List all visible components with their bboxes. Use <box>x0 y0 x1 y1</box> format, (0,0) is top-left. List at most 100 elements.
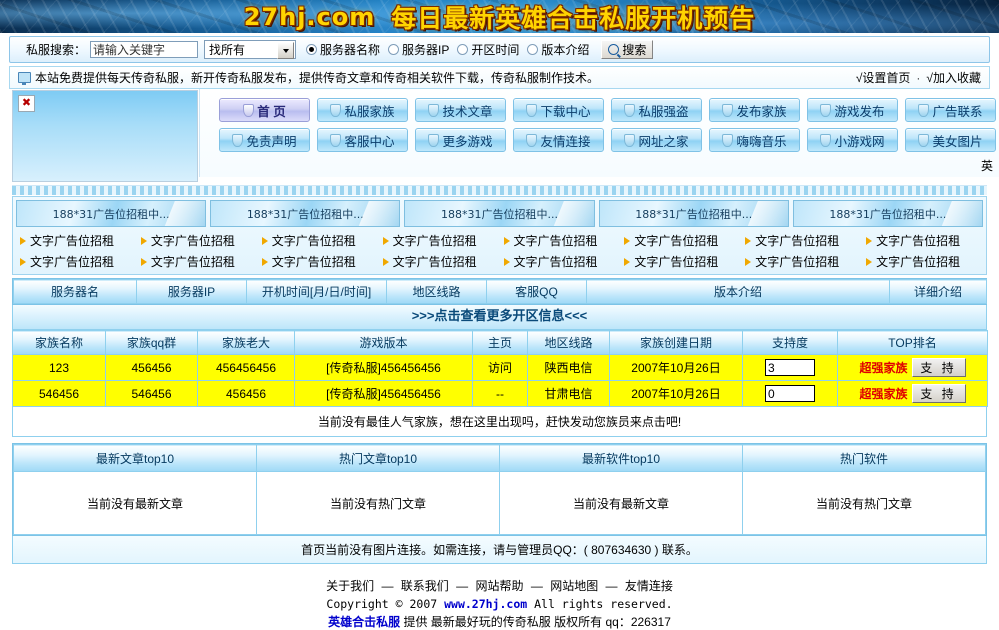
nav-item-private-bandit[interactable]: 私服强盗 <box>611 98 702 122</box>
nav-item-disclaimer[interactable]: 免责声明 <box>219 128 310 152</box>
ad-banner[interactable]: 188*31广告位招租中... <box>16 200 206 227</box>
support-button[interactable]: 支 持 <box>912 384 966 403</box>
radio-server-ip[interactable]: 服务器IP <box>388 41 449 58</box>
search-input[interactable] <box>90 41 198 58</box>
nav-item-download-center[interactable]: 下载中心 <box>513 98 604 122</box>
support-button[interactable]: 支 持 <box>912 358 966 377</box>
cell-region-line: 甘肃电信 <box>528 381 610 407</box>
ad-banner[interactable]: 188*31广告位招租中... <box>210 200 400 227</box>
nav-label: 小游戏网 <box>834 131 884 150</box>
nav-item-mini-games[interactable]: 小游戏网 <box>807 128 898 152</box>
nav-item-home[interactable]: 首 页 <box>219 98 310 122</box>
footer-link-sitemap[interactable]: 网站地图 <box>550 579 598 593</box>
arrow-right-icon <box>745 237 751 245</box>
text-ad-item[interactable]: 文字广告位招租 <box>16 251 137 272</box>
footer-brand-text: 提供 最新最好玩的传奇私服 版权所有 qq：226317 <box>400 615 671 629</box>
text-ad-item[interactable]: 文字广告位招租 <box>258 251 379 272</box>
copyright-site-link[interactable]: www.27hj.com <box>444 597 527 611</box>
nav-item-service-center[interactable]: 客服中心 <box>317 128 408 152</box>
ad-banner[interactable]: 188*31广告位招租中... <box>793 200 983 227</box>
chevron-down-icon[interactable] <box>277 42 294 59</box>
nav-item-private-family[interactable]: 私服家族 <box>317 98 408 122</box>
cell-hot-software: 当前没有热门文章 <box>743 472 986 535</box>
cell-latest-software: 当前没有最新文章 <box>500 472 743 535</box>
nav-label: 客服中心 <box>344 131 394 150</box>
set-homepage-link[interactable]: √设置首页 <box>856 69 911 86</box>
footer-link-friendly[interactable]: 友情连接 <box>625 579 673 593</box>
copyright-suffix: All rights reserved. <box>527 597 672 611</box>
nav-item-web-directory[interactable]: 网址之家 <box>611 128 702 152</box>
advertisement-section: 188*31广告位招租中... 188*31广告位招租中... 188*31广告… <box>12 196 987 275</box>
nav-item-publish-family[interactable]: 发布家族 <box>709 98 800 122</box>
text-ad-item[interactable]: 文字广告位招租 <box>16 230 137 251</box>
nav-item-game-publish[interactable]: 游戏发布 <box>807 98 898 122</box>
radio-server-name[interactable]: 服务器名称 <box>306 41 380 58</box>
family-table-grid: 家族名称 家族qq群 家族老大 游戏版本 主页 地区线路 家族创建日期 支持度 … <box>12 330 988 407</box>
top-rank-label: 超强家族 <box>859 361 907 375</box>
support-input[interactable] <box>765 359 815 376</box>
site-footer: 关于我们 — 联系我们 — 网站帮助 — 网站地图 — 友情连接 Copyrig… <box>0 564 999 630</box>
footer-link-contact[interactable]: 联系我们 <box>401 579 449 593</box>
text-ad-item[interactable]: 文字广告位招租 <box>741 251 862 272</box>
search-scope-select[interactable]: 找所有 <box>204 40 296 59</box>
nav-item-music[interactable]: 嗨嗨音乐 <box>709 128 800 152</box>
search-button[interactable]: 搜索 <box>601 40 653 59</box>
cell-support-degree <box>743 355 838 381</box>
footer-brand-link[interactable]: 英雄合击私服 <box>328 615 400 629</box>
striped-divider <box>12 185 987 195</box>
text-ad-item[interactable]: 文字广告位招租 <box>741 230 862 251</box>
family-table-header-row: 家族名称 家族qq群 家族老大 游戏版本 主页 地区线路 家族创建日期 支持度 … <box>13 331 988 355</box>
text-ad-item[interactable]: 文字广告位招租 <box>137 230 258 251</box>
shield-icon <box>428 134 439 147</box>
radio-version-intro[interactable]: 版本介绍 <box>527 41 589 58</box>
cell-top-rank: 超强家族支 持 <box>838 381 988 407</box>
nav-label: 首 页 <box>257 101 285 120</box>
add-favorite-link[interactable]: √加入收藏 <box>926 69 981 86</box>
text-ad-label: 文字广告位招租 <box>272 253 356 270</box>
more-server-info-link[interactable]: >>>点击查看更多开区信息<<< <box>12 305 987 330</box>
text-ad-item[interactable]: 文字广告位招租 <box>620 251 741 272</box>
cell-homepage-link[interactable]: 访问 <box>473 355 528 381</box>
text-ad-item[interactable]: 文字广告位招租 <box>862 251 983 272</box>
text-ad-item[interactable]: 文字广告位招租 <box>862 230 983 251</box>
text-ad-item[interactable]: 文字广告位招租 <box>137 251 258 272</box>
text-ad-item[interactable]: 文字广告位招租 <box>500 230 621 251</box>
nav-label: 技术文章 <box>442 101 492 120</box>
cell-created-date: 2007年10月26日 <box>610 381 743 407</box>
nav-item-ad-contact[interactable]: 广告联系 <box>905 98 996 122</box>
footer-link-about[interactable]: 关于我们 <box>326 579 374 593</box>
nav-item-friendly-links[interactable]: 友情连接 <box>513 128 604 152</box>
footer-dash: — <box>452 579 472 593</box>
col-homepage: 主页 <box>473 331 528 355</box>
notice-bar: 本站免费提供每天传奇私服，新开传奇私服发布，提供传奇文章和传奇相关软件下载，传奇… <box>9 66 990 89</box>
bottom-lists-section: 最新文章top10 热门文章top10 最新软件top10 热门软件 当前没有最… <box>12 443 987 536</box>
shield-icon <box>243 104 254 117</box>
shield-icon <box>722 104 733 117</box>
cell-family-name: 123 <box>13 355 106 381</box>
text-ad-item[interactable]: 文字广告位招租 <box>379 251 500 272</box>
shield-icon <box>918 104 929 117</box>
shield-icon <box>820 104 831 117</box>
nav-item-beauty-pictures[interactable]: 美女图片 <box>905 128 996 152</box>
footer-link-help[interactable]: 网站帮助 <box>475 579 523 593</box>
nav-item-more-games[interactable]: 更多游戏 <box>415 128 506 152</box>
server-table-grid: 服务器名 服务器IP 开机时间[月/日/时间] 地区线路 客服QQ 版本介绍 详… <box>13 279 987 304</box>
notice-actions: √设置首页 · √加入收藏 <box>856 69 981 86</box>
text-ad-item[interactable]: 文字广告位招租 <box>620 230 741 251</box>
family-table: 家族名称 家族qq群 家族老大 游戏版本 主页 地区线路 家族创建日期 支持度 … <box>12 330 987 437</box>
ad-banner[interactable]: 188*31广告位招租中... <box>599 200 789 227</box>
text-ad-item[interactable]: 文字广告位招租 <box>500 251 621 272</box>
search-scope-value: 找所有 <box>209 41 245 58</box>
nav-label: 广告联系 <box>932 101 982 120</box>
bottom-lists-grid: 最新文章top10 热门文章top10 最新软件top10 热门软件 当前没有最… <box>13 444 986 535</box>
cell-created-date: 2007年10月26日 <box>610 355 743 381</box>
site-banner: 27hj.com 每日最新英雄合击私服开机预告 <box>0 0 999 33</box>
close-icon[interactable]: ✖ <box>18 95 35 112</box>
col-hot-articles: 热门文章top10 <box>257 445 500 472</box>
text-ad-item[interactable]: 文字广告位招租 <box>379 230 500 251</box>
nav-item-tech-articles[interactable]: 技术文章 <box>415 98 506 122</box>
radio-open-time[interactable]: 开区时间 <box>457 41 519 58</box>
support-input[interactable] <box>765 385 815 402</box>
text-ad-item[interactable]: 文字广告位招租 <box>258 230 379 251</box>
ad-banner[interactable]: 188*31广告位招租中... <box>404 200 594 227</box>
